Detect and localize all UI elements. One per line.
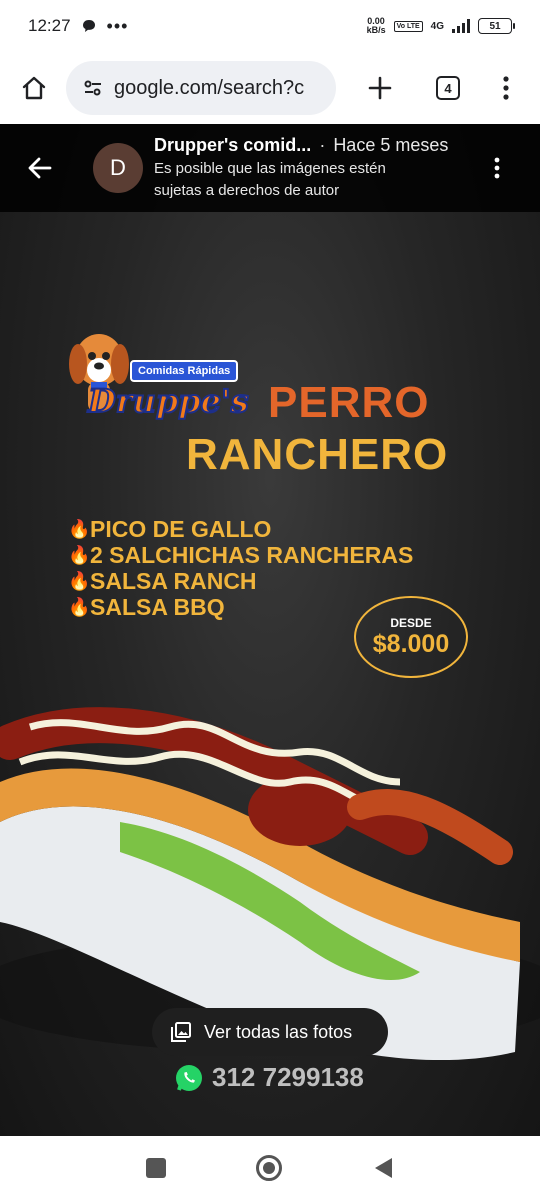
net-speed-unit: kB/s bbox=[366, 25, 386, 35]
more-vert-icon bbox=[494, 157, 500, 179]
price-label: DESDE bbox=[390, 615, 432, 630]
tab-switcher-button[interactable]: 4 bbox=[420, 60, 476, 116]
copyright-line2: sujetas a derechos de autor bbox=[154, 181, 340, 199]
promo-title-line2: RANCHERO bbox=[186, 430, 449, 479]
signal-icon bbox=[452, 19, 470, 33]
phone-contact: 312 7299138 bbox=[174, 1062, 364, 1093]
flame-icon: 🔥 bbox=[68, 570, 91, 591]
avatar-letter: D bbox=[110, 155, 126, 180]
ingredient-label: SALSA RANCH bbox=[90, 567, 257, 594]
flame-icon: 🔥 bbox=[68, 544, 91, 565]
ingredient-item: 🔥 PICO DE GALLO bbox=[68, 516, 413, 542]
address-bar[interactable]: google.com/search?c bbox=[66, 61, 336, 115]
source-meta: Drupper's comid... · Hace 5 meses Es pos… bbox=[154, 135, 474, 202]
ingredient-item: 🔥 SALSA RANCH bbox=[68, 568, 413, 594]
status-time: 12:27 bbox=[28, 16, 71, 35]
system-nav-bar bbox=[0, 1136, 540, 1200]
view-all-photos-label: Ver todas las fotos bbox=[204, 1021, 353, 1042]
battery-icon: 51 bbox=[478, 18, 515, 34]
volte-badge: Vo LTE bbox=[393, 20, 423, 32]
ingredient-label: PICO DE GALLO bbox=[90, 515, 272, 542]
back-arrow-icon bbox=[28, 157, 52, 179]
brand-tagline: Comidas Rápidas bbox=[130, 360, 239, 382]
recents-button[interactable] bbox=[146, 1158, 166, 1178]
photo-library-icon bbox=[171, 1022, 191, 1042]
ingredient-item: 🔥 2 SALCHICHAS RANCHERAS bbox=[68, 542, 413, 568]
promo-image: Comidas Rápidas Druppe's PERRO RANCHERO … bbox=[0, 212, 540, 1136]
home-nav-button[interactable] bbox=[256, 1155, 282, 1181]
time-ago: Hace 5 meses bbox=[333, 134, 449, 155]
separator: · bbox=[319, 134, 326, 155]
back-button[interactable] bbox=[12, 140, 68, 196]
tab-count: 4 bbox=[444, 80, 452, 96]
flame-icon: 🔥 bbox=[68, 518, 91, 539]
network-type: 4G bbox=[430, 20, 444, 32]
ingredient-list: 🔥 PICO DE GALLO 🔥 2 SALCHICHAS RANCHERAS 🔥… bbox=[68, 516, 413, 620]
menu-icon bbox=[503, 76, 509, 100]
tab-switcher-icon: 4 bbox=[436, 76, 460, 100]
source-name[interactable]: Drupper's comid... bbox=[154, 135, 311, 156]
ingredient-label: SALSA BBQ bbox=[90, 593, 225, 620]
battery-level: 51 bbox=[489, 20, 501, 32]
flame-icon: 🔥 bbox=[68, 596, 91, 617]
home-icon bbox=[22, 76, 46, 100]
brand-logo: Comidas Rápidas Druppe's bbox=[64, 320, 264, 440]
net-speed: 0.00 kB/s bbox=[367, 17, 386, 35]
copyright-notice: Es posible que las imágenes estén sujeta… bbox=[154, 158, 474, 202]
status-right: 0.00 kB/s Vo LTE 4G 51 bbox=[367, 17, 515, 35]
home-button[interactable] bbox=[6, 60, 62, 116]
brand-name: Druppe's bbox=[87, 381, 250, 421]
new-tab-icon bbox=[368, 76, 392, 100]
more-dots-icon: ••• bbox=[106, 15, 129, 36]
source-avatar[interactable]: D bbox=[93, 143, 143, 193]
site-settings-icon[interactable] bbox=[82, 77, 104, 99]
browser-toolbar: google.com/search?c 4 bbox=[0, 52, 540, 124]
status-left: 12:27 ••• bbox=[28, 16, 128, 37]
status-bar: 12:27 ••• 0.00 kB/s Vo LTE 4G 51 bbox=[0, 0, 540, 52]
new-tab-button[interactable] bbox=[352, 60, 408, 116]
ingredient-label: 2 SALCHICHAS RANCHERAS bbox=[90, 541, 414, 568]
promo-title-line1: PERRO bbox=[268, 378, 430, 427]
chat-bubble-icon bbox=[82, 20, 95, 32]
phone-number: 312 7299138 bbox=[212, 1062, 364, 1092]
back-nav-button[interactable] bbox=[372, 1156, 394, 1180]
hotdog-image bbox=[0, 707, 540, 1061]
viewer-header: D Drupper's comid... · Hace 5 meses Es p… bbox=[0, 124, 540, 212]
copyright-line1: Es posible que las imágenes estén bbox=[154, 159, 386, 177]
url-text[interactable]: google.com/search?c bbox=[114, 77, 304, 100]
view-all-photos-button[interactable]: Ver todas las fotos bbox=[152, 1008, 388, 1056]
whatsapp-icon bbox=[176, 1064, 202, 1091]
image-viewer: Comidas Rápidas Druppe's PERRO RANCHERO … bbox=[0, 124, 540, 1136]
more-options-button[interactable] bbox=[482, 140, 512, 196]
source-line: Drupper's comid... · Hace 5 meses bbox=[154, 135, 474, 156]
browser-menu-button[interactable] bbox=[486, 60, 526, 116]
